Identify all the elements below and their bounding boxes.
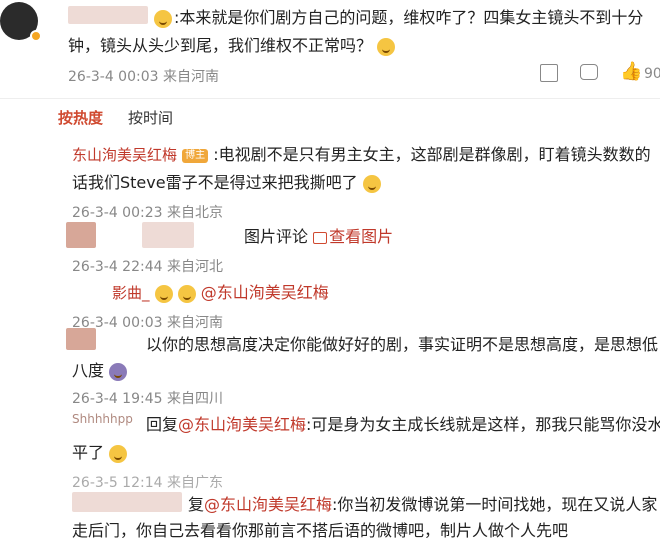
comment-text: 平了 bbox=[72, 440, 128, 466]
comment-text: 八度 bbox=[72, 358, 128, 384]
tab-time[interactable]: 按时间 bbox=[128, 107, 173, 128]
mention-link[interactable]: @东山洵美吴红梅 bbox=[204, 495, 332, 514]
comment-text: 回复@东山洵美吴红梅:可是身为女主成长线就是这样，那我只能骂你没水 bbox=[146, 415, 660, 434]
author-badge: 博主 bbox=[182, 148, 209, 163]
image-comment: 图片评论 查看图片 bbox=[244, 227, 394, 246]
username-blurred[interactable] bbox=[68, 6, 148, 24]
username-blurred[interactable] bbox=[66, 328, 96, 350]
mention-link[interactable]: @东山洵美吴红梅 bbox=[178, 415, 306, 434]
image-icon bbox=[313, 231, 328, 244]
user-emoji-icon bbox=[154, 8, 172, 28]
comment-text: :本来就是你们剧方自己的问题，维权咋了？四集女主镜头不到十分 bbox=[174, 8, 644, 27]
username-partial[interactable]: Shhhhhpp bbox=[72, 412, 133, 426]
like-icon[interactable]: 👍 bbox=[620, 63, 642, 81]
view-image-link[interactable]: 查看图片 bbox=[313, 227, 393, 246]
username[interactable]: 东山洵美吴红梅 bbox=[72, 146, 177, 164]
comment-row: 东山洵美吴红梅 博主 :电视剧不是只有男主女主，这部剧是群像剧，盯着镜头数数的 bbox=[72, 142, 651, 168]
comment-text: 话我们Steve雷子不是得过来把我撕吧了 bbox=[72, 170, 381, 196]
verified-icon bbox=[30, 30, 42, 42]
timestamp: 26-3-4 22:44 来自河北 bbox=[72, 259, 223, 275]
timestamp: 26-3-5 12:14 来自广东 bbox=[72, 475, 223, 491]
comment-text: 钟，镜头从头少到尾，我们维权不正常吗？ bbox=[68, 33, 396, 59]
username[interactable]: 影曲_ bbox=[112, 284, 150, 302]
emoji-icon bbox=[377, 37, 396, 56]
comment-text: 走后门，你自己去看看你那前言不搭后语的微博吧，制片人做个人先吧 bbox=[72, 521, 569, 540]
emoji-icon bbox=[109, 444, 128, 463]
emoji-icon bbox=[177, 284, 196, 303]
emoji-icon bbox=[154, 284, 173, 303]
emoji-icon bbox=[109, 362, 128, 381]
mention-link[interactable]: @东山洵美吴红梅 bbox=[201, 283, 329, 302]
tab-hot[interactable]: 按热度 bbox=[58, 107, 103, 128]
emoji-icon bbox=[362, 174, 381, 193]
timestamp: 26-3-4 00:03 来自河南 bbox=[68, 69, 219, 85]
text-blurred bbox=[142, 222, 194, 248]
comment-icon[interactable] bbox=[580, 64, 598, 80]
comment-text: 复@东山洵美吴红梅:你当初发微博说第一时间找她，现在又说人家 bbox=[188, 495, 658, 514]
comment-row: 影曲_ @东山洵美吴红梅 bbox=[112, 280, 329, 306]
divider bbox=[0, 98, 660, 99]
timestamp: 26-3-4 00:23 来自北京 bbox=[72, 205, 223, 221]
timestamp: 26-3-4 19:45 来自四川 bbox=[72, 391, 223, 407]
share-icon[interactable] bbox=[540, 64, 558, 82]
username-blurred[interactable] bbox=[66, 222, 96, 248]
username-blurred[interactable] bbox=[72, 492, 182, 512]
comment-text: 以你的思想高度决定你能做好好的剧，事实证明不是思想高度，是思想低 bbox=[146, 335, 659, 354]
comment-text: :电视剧不是只有男主女主，这部剧是群像剧，盯着镜头数数的 bbox=[213, 145, 651, 164]
like-count: 90 bbox=[644, 66, 660, 82]
